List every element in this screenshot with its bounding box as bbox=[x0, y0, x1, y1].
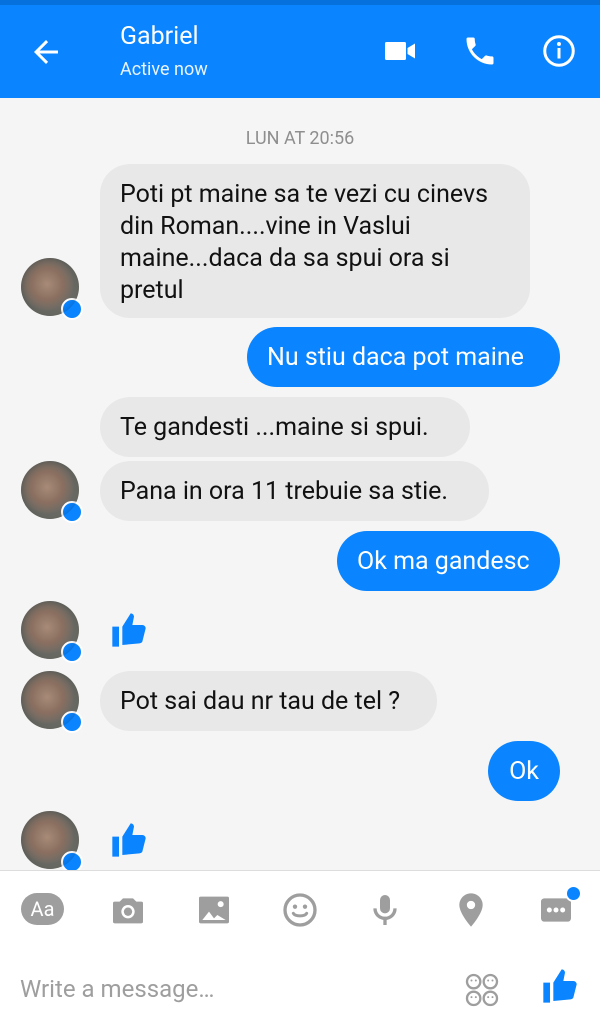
incoming-message-bubble[interactable]: Pot sai dau nr tau de tel ? bbox=[100, 671, 437, 731]
status-strip bbox=[0, 0, 600, 5]
active-status: Active now bbox=[120, 59, 208, 80]
contact-avatar[interactable] bbox=[21, 461, 83, 523]
incoming-message-bubble[interactable]: Te gandesti ...maine si spui. bbox=[100, 397, 470, 457]
outgoing-message-bubble[interactable]: Ok ma gandesc bbox=[337, 531, 560, 591]
contact-name[interactable]: Gabriel bbox=[120, 22, 199, 51]
incoming-message-bubble[interactable]: Poti pt maine sa te vezi cu cinevs din R… bbox=[100, 164, 530, 318]
notification-dot bbox=[565, 885, 582, 902]
info-icon[interactable] bbox=[541, 33, 577, 69]
incoming-message-bubble[interactable]: Pana in ora 11 trebuie sa stie. bbox=[100, 461, 489, 521]
messenger-badge-icon bbox=[61, 711, 83, 733]
gallery-icon[interactable] bbox=[194, 890, 234, 930]
contact-avatar[interactable] bbox=[21, 258, 83, 320]
location-icon[interactable] bbox=[451, 890, 491, 930]
messenger-badge-icon bbox=[61, 501, 83, 523]
text-format-button[interactable]: Aa bbox=[21, 893, 64, 925]
contact-avatar[interactable] bbox=[21, 671, 83, 733]
like-thumb-icon[interactable] bbox=[109, 610, 149, 650]
outgoing-message-bubble[interactable]: Nu stiu daca pot maine bbox=[247, 327, 560, 387]
contact-avatar[interactable] bbox=[21, 811, 83, 873]
timestamp: LUN AT 20:56 bbox=[245, 128, 355, 149]
message-input[interactable]: Write a message… bbox=[20, 975, 214, 1003]
phone-call-icon[interactable] bbox=[462, 33, 498, 69]
messenger-badge-icon bbox=[61, 298, 83, 320]
messenger-badge-icon bbox=[61, 641, 83, 663]
microphone-icon[interactable] bbox=[365, 890, 405, 930]
video-call-icon[interactable] bbox=[382, 33, 418, 69]
contact-avatar[interactable] bbox=[21, 601, 83, 663]
camera-icon[interactable] bbox=[108, 890, 148, 930]
outgoing-message-bubble[interactable]: Ok bbox=[488, 741, 560, 801]
header-bar: Gabriel Active now bbox=[0, 0, 600, 98]
emoji-icon[interactable] bbox=[280, 890, 320, 930]
back-arrow-icon[interactable] bbox=[28, 34, 64, 70]
send-like-icon[interactable] bbox=[540, 966, 580, 1006]
sticker-icon[interactable] bbox=[462, 970, 502, 1010]
like-thumb-icon[interactable] bbox=[109, 820, 149, 860]
